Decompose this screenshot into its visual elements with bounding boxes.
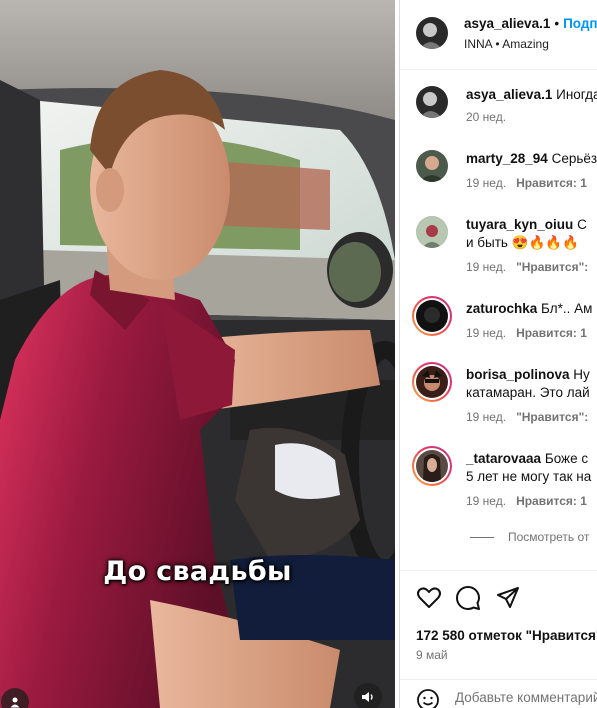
comment-like-count[interactable]: Нравится: 1 bbox=[516, 176, 587, 190]
audio-track-link[interactable]: INNA • Amazing bbox=[464, 37, 549, 51]
tagged-users-button[interactable] bbox=[1, 688, 29, 708]
comment-meta: 19 нед. "Нравится": bbox=[466, 410, 588, 424]
comment-like-count[interactable]: "Нравится": bbox=[516, 260, 588, 274]
view-replies-label: Посмотреть от bbox=[508, 530, 590, 544]
emoji-icon[interactable] bbox=[416, 688, 440, 708]
header-separator: • bbox=[554, 16, 560, 31]
comment-input[interactable] bbox=[455, 690, 597, 705]
follow-button[interactable]: Подписаться bbox=[563, 16, 597, 31]
commenter-avatar[interactable] bbox=[416, 86, 448, 118]
share-icon[interactable] bbox=[495, 585, 521, 611]
post-actions: 172 580 отметок "Нравится" 9 май bbox=[400, 570, 597, 708]
comment-age[interactable]: 19 нед. bbox=[466, 326, 506, 340]
comment-age[interactable]: 19 нед. bbox=[466, 176, 506, 190]
likes-count[interactable]: 172 580 отметок "Нравится" bbox=[416, 628, 597, 643]
commenter-username[interactable]: _tatarovaaa bbox=[466, 451, 541, 466]
comment-age[interactable]: 19 нед. bbox=[466, 410, 506, 424]
comment-meta: 19 нед. Нравится: 1 bbox=[466, 326, 587, 340]
author-avatar[interactable] bbox=[416, 17, 448, 49]
comment-age[interactable]: 19 нед. bbox=[466, 494, 506, 508]
post-date[interactable]: 9 май bbox=[416, 648, 448, 662]
commenter-avatar-story-ring[interactable] bbox=[412, 446, 452, 486]
commenter-avatar[interactable] bbox=[416, 150, 448, 182]
instagram-post-modal: До свадьбы asya_alieva.1 •Подписаться INN… bbox=[0, 0, 597, 708]
comment-meta: 20 нед. bbox=[466, 110, 506, 124]
speaker-icon bbox=[362, 692, 373, 702]
reel-video[interactable]: До свадьбы bbox=[0, 0, 395, 708]
video-frame bbox=[0, 0, 395, 708]
comment-like-count[interactable]: Нравится: 1 bbox=[516, 326, 587, 340]
comment-meta: 19 нед. Нравится: 1 bbox=[466, 494, 587, 508]
video-subtitle: До свадьбы bbox=[103, 556, 292, 587]
commenter-avatar-story-ring[interactable] bbox=[412, 296, 452, 336]
view-replies-button[interactable]: Посмотреть от bbox=[470, 530, 589, 544]
comment-text-line2: 5 лет не могу так на bbox=[466, 469, 592, 484]
commenter-username[interactable]: asya_alieva.1 bbox=[466, 87, 552, 102]
comment-like-count[interactable]: Нравится: 1 bbox=[516, 494, 587, 508]
heart-icon[interactable] bbox=[416, 585, 442, 611]
comment-age[interactable]: 19 нед. bbox=[466, 260, 506, 274]
comment-text: borisa_polinova Ну bbox=[466, 367, 590, 382]
commenter-avatar[interactable] bbox=[416, 216, 448, 248]
replies-divider bbox=[470, 537, 494, 539]
commenter-avatar-story-ring[interactable] bbox=[412, 362, 452, 402]
comment-text-line2: и быть 😍🔥🔥🔥 bbox=[466, 235, 579, 250]
comment-text: tuyara_kyn_oiuu С bbox=[466, 217, 587, 232]
comment-text: asya_alieva.1 Иногда bbox=[466, 87, 597, 102]
comment-text: _tatarovaaa Боже с bbox=[466, 451, 589, 466]
comment-text: zaturochka Бл*.. Ам bbox=[466, 301, 593, 316]
comment-text: marty_28_94 Серьёзно bbox=[466, 151, 597, 166]
author-username[interactable]: asya_alieva.1 bbox=[464, 16, 550, 31]
comment-icon[interactable] bbox=[455, 585, 481, 611]
author-line: asya_alieva.1 •Подписаться bbox=[464, 16, 597, 31]
comment-meta: 19 нед. Нравится: 1 bbox=[466, 176, 587, 190]
post-header: asya_alieva.1 •Подписаться INNA • Amazing bbox=[400, 0, 597, 70]
mute-toggle-button[interactable] bbox=[354, 683, 382, 708]
post-sidebar: asya_alieva.1 •Подписаться INNA • Amazing… bbox=[399, 0, 597, 708]
commenter-username[interactable]: borisa_polinova bbox=[466, 367, 570, 382]
comment-like-count[interactable]: "Нравится": bbox=[516, 410, 588, 424]
comment-age[interactable]: 20 нед. bbox=[466, 110, 506, 124]
commenter-username[interactable]: marty_28_94 bbox=[466, 151, 548, 166]
user-icon bbox=[10, 697, 20, 708]
comment-meta: 19 нед. "Нравится": bbox=[466, 260, 588, 274]
comment-text-line2: катамаран. Это лай bbox=[466, 385, 590, 400]
commenter-username[interactable]: zaturochka bbox=[466, 301, 537, 316]
commenter-username[interactable]: tuyara_kyn_oiuu bbox=[466, 217, 573, 232]
add-comment-bar bbox=[400, 679, 597, 708]
